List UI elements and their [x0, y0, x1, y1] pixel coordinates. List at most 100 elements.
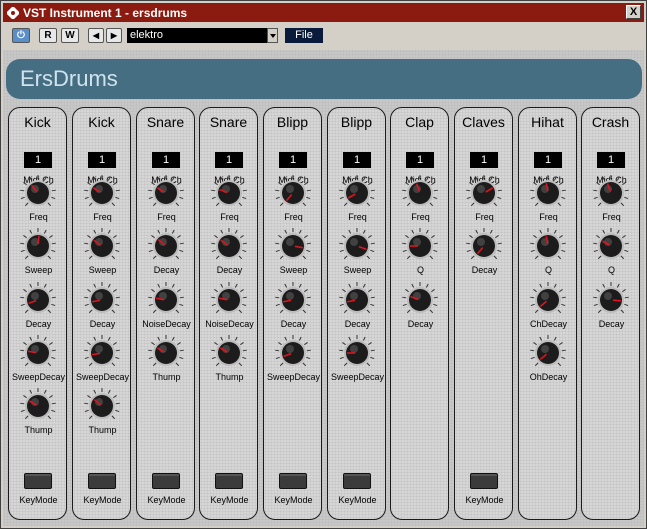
- knob-label: Freq: [602, 212, 621, 222]
- midi-channel-field[interactable]: 1: [470, 152, 498, 168]
- keymode-switch[interactable]: [343, 473, 371, 489]
- knob-noisedecay[interactable]: [146, 279, 186, 319]
- knob-q[interactable]: [528, 225, 568, 265]
- knob-decay[interactable]: [209, 225, 249, 265]
- knob-thump[interactable]: [146, 332, 186, 372]
- channel-strip: Blipp 1 Midi Ch Freq Sweep Decay SweepDecay Key…: [327, 107, 386, 520]
- channel-strip: Claves 1 Midi Ch Freq Decay KeyMode: [454, 107, 513, 520]
- knob-sweep[interactable]: [82, 225, 122, 265]
- knob-decay[interactable]: [591, 279, 631, 319]
- midi-channel-field[interactable]: 1: [597, 152, 625, 168]
- window-title: VST Instrument 1 - ersdrums: [23, 5, 188, 20]
- knob-sweepdecay[interactable]: [18, 332, 58, 372]
- knob-label: Decay: [407, 319, 434, 329]
- channel-strip: Crash 1 Midi Ch Freq Q Decay: [581, 107, 640, 520]
- knob-label: OhDecay: [529, 372, 568, 382]
- midi-channel-field[interactable]: 1: [215, 152, 243, 168]
- knob-sweep[interactable]: [337, 225, 377, 265]
- knob-decay[interactable]: [464, 225, 504, 265]
- knob-freq[interactable]: [18, 172, 58, 212]
- knob-noisedecay[interactable]: [209, 279, 249, 319]
- plugin-window: VST Instrument 1 - ersdrums X ⏻ R W ◀ ▶ …: [0, 0, 647, 529]
- keymode-switch[interactable]: [215, 473, 243, 489]
- midi-channel-field[interactable]: 1: [152, 152, 180, 168]
- channel-name: Blipp: [340, 114, 373, 130]
- channel-name: Kick: [88, 114, 115, 130]
- knob-decay[interactable]: [146, 225, 186, 265]
- channel-name: Claves: [462, 114, 505, 130]
- keymode-switch[interactable]: [470, 473, 498, 489]
- keymode-label: KeyMode: [465, 495, 504, 505]
- knob-freq[interactable]: [464, 172, 504, 212]
- prev-preset-button[interactable]: ◀: [88, 28, 104, 43]
- knob-chdecay[interactable]: [528, 279, 568, 319]
- midi-channel-field[interactable]: 1: [279, 152, 307, 168]
- knob-decay[interactable]: [273, 279, 313, 319]
- plugin-name: ErsDrums: [20, 66, 118, 91]
- knob-q[interactable]: [591, 225, 631, 265]
- knob-sweepdecay[interactable]: [273, 332, 313, 372]
- knob-freq[interactable]: [273, 172, 313, 212]
- knob-sweep[interactable]: [18, 225, 58, 265]
- midi-channel-field[interactable]: 1: [88, 152, 116, 168]
- knob-decay[interactable]: [82, 279, 122, 319]
- knob-freq[interactable]: [82, 172, 122, 212]
- channel-strip: Kick 1 Midi Ch Freq Sweep Decay SweepDecay Thum…: [72, 107, 131, 520]
- close-button[interactable]: X: [626, 5, 641, 19]
- knob-freq[interactable]: [591, 172, 631, 212]
- knob-ohdecay[interactable]: [528, 332, 568, 372]
- knob-q[interactable]: [400, 225, 440, 265]
- knob-thump[interactable]: [82, 385, 122, 425]
- read-automation-button[interactable]: R: [39, 28, 57, 43]
- keymode-label: KeyMode: [338, 495, 377, 505]
- channel-name: Clap: [405, 114, 434, 130]
- keymode-switch[interactable]: [24, 473, 52, 489]
- next-preset-button[interactable]: ▶: [106, 28, 122, 43]
- channel-name: Kick: [24, 114, 51, 130]
- channel-strip: Kick 1 Midi Ch Freq Sweep Decay SweepDecay Thum…: [8, 107, 67, 520]
- plugin-header: ErsDrums: [6, 59, 642, 99]
- keymode-switch[interactable]: [279, 473, 307, 489]
- keymode-switch[interactable]: [152, 473, 180, 489]
- instrument-panel: ErsDrums Kick 1 Midi Ch Freq Sweep Decay Sweep…: [3, 50, 644, 526]
- channel-strip: Clap 1 Midi Ch Freq Q Decay: [390, 107, 449, 520]
- knob-freq[interactable]: [209, 172, 249, 212]
- channel-strip: Blipp 1 Midi Ch Freq Sweep Decay SweepDecay Key…: [263, 107, 322, 520]
- midi-channel-field[interactable]: 1: [24, 152, 52, 168]
- knob-thump[interactable]: [209, 332, 249, 372]
- knob-freq[interactable]: [528, 172, 568, 212]
- write-automation-button[interactable]: W: [61, 28, 79, 43]
- knob-decay[interactable]: [18, 279, 58, 319]
- midi-channel-field[interactable]: 1: [343, 152, 371, 168]
- knob-freq[interactable]: [337, 172, 377, 212]
- preset-select[interactable]: elektro: [127, 28, 267, 43]
- knob-sweep[interactable]: [273, 225, 313, 265]
- channel-name: Blipp: [276, 114, 309, 130]
- channel-name: Snare: [209, 114, 248, 130]
- knob-thump[interactable]: [18, 385, 58, 425]
- toolbar: ⏻ R W ◀ ▶ elektro File: [3, 24, 644, 48]
- file-button[interactable]: File: [285, 28, 323, 43]
- knob-label: Thump: [88, 425, 117, 435]
- knob-freq[interactable]: [400, 172, 440, 212]
- midi-channel-field[interactable]: 1: [534, 152, 562, 168]
- vst-icon: [7, 6, 19, 19]
- knob-label: Q: [607, 265, 615, 275]
- channel-name: Hihat: [531, 114, 564, 130]
- keymode-switch[interactable]: [88, 473, 116, 489]
- preset-dropdown-arrow-icon[interactable]: [267, 28, 278, 43]
- power-button[interactable]: ⏻: [12, 28, 30, 43]
- channel-strip: Hihat 1 Midi Ch Freq Q ChDecay OhDecay: [518, 107, 577, 520]
- channel-strip: Snare 1 Midi Ch Freq Decay NoiseDecay Thump Key…: [199, 107, 258, 520]
- knob-freq[interactable]: [146, 172, 186, 212]
- channel-name: Snare: [146, 114, 185, 130]
- knob-sweepdecay[interactable]: [82, 332, 122, 372]
- title-bar[interactable]: VST Instrument 1 - ersdrums X: [3, 3, 644, 22]
- knob-label: SweepDecay: [330, 372, 385, 382]
- channel-name: Crash: [591, 114, 630, 130]
- knob-sweepdecay[interactable]: [337, 332, 377, 372]
- knob-decay[interactable]: [337, 279, 377, 319]
- midi-channel-field[interactable]: 1: [406, 152, 434, 168]
- knob-label: Decay: [598, 319, 625, 329]
- knob-decay[interactable]: [400, 279, 440, 319]
